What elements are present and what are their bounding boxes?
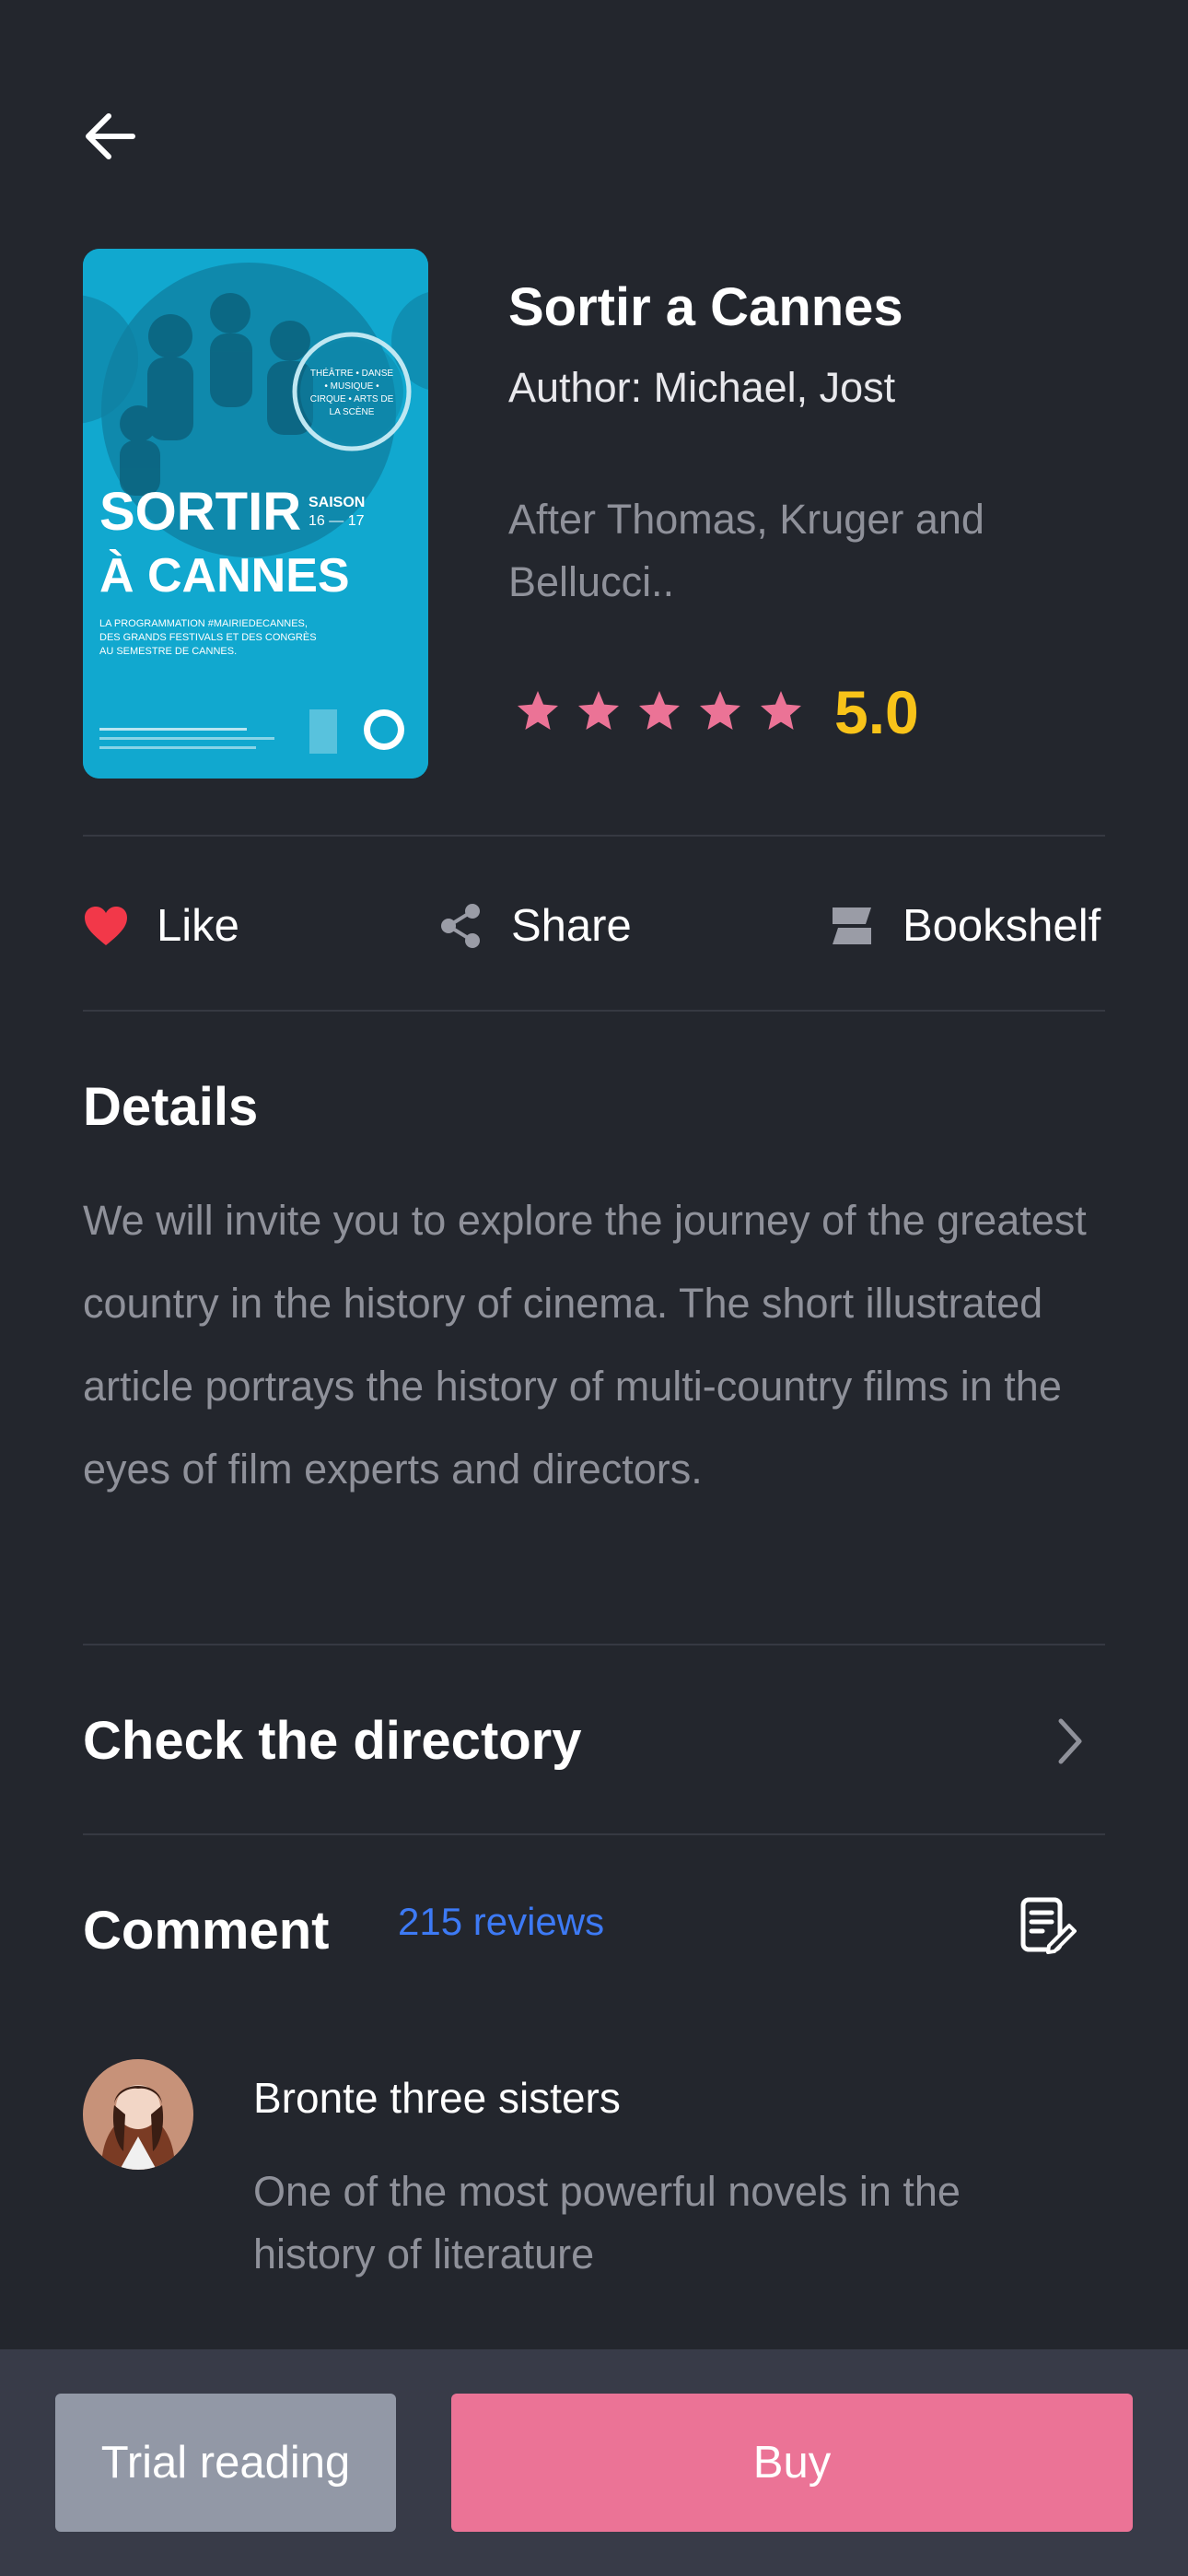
share-icon — [439, 903, 483, 949]
book-cover: THÉÂTRE • DANSE • MUSIQUE • CIRQUE • ART… — [83, 249, 428, 779]
share-button[interactable]: Share — [439, 889, 632, 963]
back-button[interactable] — [77, 103, 144, 170]
book-author: Author: Michael, Jost — [508, 364, 896, 411]
cover-badge-line: CIRQUE • ARTS DE — [310, 394, 394, 404]
comment-heading: Comment — [83, 1901, 330, 1961]
cover-saison-years: 16 — 17 — [309, 513, 365, 529]
write-comment-icon[interactable] — [1018, 1896, 1077, 1960]
star-icon — [577, 689, 621, 732]
rating-value: 5.0 — [834, 678, 919, 746]
chevron-right-icon — [1054, 1715, 1087, 1772]
bookshelf-button[interactable]: Bookshelf — [829, 889, 1101, 963]
share-label: Share — [511, 901, 632, 951]
arrow-left-icon — [86, 113, 135, 159]
divider — [83, 835, 1105, 837]
cover-saison-label: SAISON — [309, 495, 365, 510]
star-icon — [698, 689, 742, 732]
star-icon — [637, 689, 681, 732]
reviews-count-link[interactable]: 215 reviews — [398, 1900, 604, 1944]
star-icon — [516, 689, 560, 732]
cover-program-line: LA PROGRAMMATION #MAIRIEDECANNES, — [99, 618, 308, 629]
details-heading: Details — [83, 1077, 259, 1137]
cover-program-line: AU SEMESTRE DE CANNES. — [99, 646, 237, 657]
cover-program-line: DES GRANDS FESTIVALS ET DES CONGRÈS — [99, 631, 317, 643]
divider — [83, 1644, 1105, 1645]
divider — [83, 1010, 1105, 1012]
heart-icon — [83, 905, 129, 947]
divider — [83, 1833, 1105, 1835]
bookshelf-label: Bookshelf — [903, 901, 1101, 951]
cover-badge-line: • MUSIQUE • — [324, 381, 379, 392]
book-detail-screen: THÉÂTRE • DANSE • MUSIQUE • CIRQUE • ART… — [0, 0, 1188, 2576]
bookshelf-icon — [829, 906, 875, 946]
book-title: Sortir a Cannes — [508, 277, 903, 337]
like-button[interactable]: Like — [83, 889, 239, 963]
cover-title-line2: À CANNES — [99, 549, 350, 603]
details-text: We will invite you to explore the journe… — [83, 1197, 1087, 1493]
star-icon — [759, 689, 803, 732]
commenter-name: Bronte three sisters — [253, 2074, 621, 2122]
book-short-description: After Thomas, Kruger and Bellucci.. — [508, 496, 984, 605]
check-directory-label: Check the directory — [83, 1711, 582, 1771]
commenter-avatar[interactable] — [83, 2059, 193, 2170]
rating-stars — [516, 689, 803, 732]
check-directory-row[interactable]: Check the directory — [83, 1695, 1105, 1787]
like-label: Like — [157, 901, 239, 951]
cover-title-line1: SORTIR — [99, 482, 301, 542]
comment-text: One of the most powerful novels in the h… — [253, 2168, 961, 2277]
trial-reading-button[interactable]: Trial reading — [55, 2394, 396, 2532]
buy-button[interactable]: Buy — [451, 2394, 1133, 2532]
cover-badge-line: LA SCÈNE — [330, 405, 375, 417]
cover-badge-line: THÉÂTRE • DANSE — [310, 367, 394, 379]
